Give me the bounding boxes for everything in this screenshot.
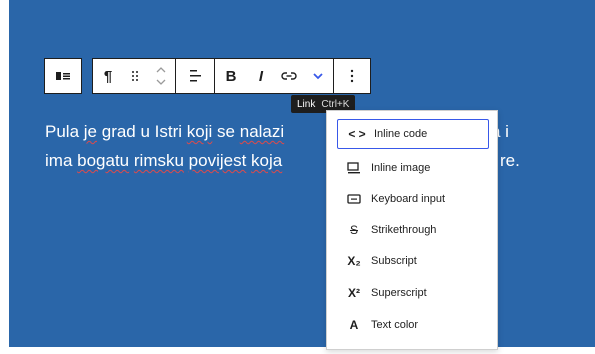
- menu-item-label: Inline code: [374, 128, 428, 140]
- link-icon: [281, 72, 297, 80]
- superscript-icon: X²: [348, 286, 360, 300]
- paragraph-group: ¶: [93, 59, 176, 93]
- move-updown-button[interactable]: [147, 59, 175, 93]
- menu-item-label: Inline image: [371, 162, 431, 174]
- misspelled-word: je: [83, 122, 97, 141]
- pilcrow-icon: ¶: [103, 67, 113, 85]
- word: Pula: [45, 122, 80, 141]
- block-switcher-group: [44, 58, 82, 94]
- misspelled-word: rimsku: [133, 151, 184, 170]
- menu-item-label: Subscript: [371, 255, 417, 267]
- more-vertical-icon: [350, 69, 354, 83]
- image-icon: [341, 162, 367, 174]
- link-button[interactable]: [275, 59, 303, 93]
- text-color-icon: A: [349, 318, 359, 332]
- subscript-icon: X₂: [347, 254, 361, 268]
- menu-item-inline-code[interactable]: < > Inline code: [337, 119, 489, 149]
- word: se: [217, 122, 235, 141]
- strikethrough-icon: S: [349, 223, 358, 237]
- misspelled-word: nalazi: [239, 122, 285, 141]
- block-toolbar: ¶ B I: [44, 58, 371, 94]
- menu-item-label: Keyboard input: [371, 193, 445, 205]
- more-formats-menu: < > Inline code Inline image Keyboard in…: [326, 110, 498, 350]
- tooltip-label: Link: [297, 98, 316, 110]
- menu-item-text-color[interactable]: A Text color: [335, 310, 491, 340]
- paragraph-line-2-tail: re.: [500, 151, 520, 170]
- misspelled-word: koji: [186, 122, 213, 141]
- italic-button[interactable]: I: [247, 59, 275, 93]
- format-toolbar: ¶ B I: [92, 58, 371, 94]
- paragraph-line-1: Pula je grad u Istri koji se nalazi: [45, 117, 284, 146]
- bold-button[interactable]: B: [215, 59, 247, 93]
- menu-item-label: Superscript: [371, 287, 427, 299]
- more-formats-button[interactable]: [303, 59, 333, 93]
- paragraph-line-2: ima bogatu rimsku povijest koja: [45, 146, 282, 175]
- drag-handle-icon: [132, 71, 138, 81]
- menu-item-superscript[interactable]: X² Superscript: [335, 278, 491, 308]
- columns-icon: [56, 72, 70, 80]
- code-icon: < >: [348, 127, 366, 141]
- menu-item-strikethrough[interactable]: S Strikethrough: [335, 215, 491, 245]
- move-updown-icon: [156, 67, 166, 85]
- options-button[interactable]: [334, 59, 370, 93]
- align-group: [176, 59, 215, 93]
- inline-format-group: B I: [215, 59, 334, 93]
- tooltip-shortcut: Ctrl+K: [321, 98, 350, 110]
- menu-item-subscript[interactable]: X₂ Subscript: [335, 246, 491, 276]
- align-icon: [190, 70, 201, 82]
- misspelled-word: bogatu: [77, 151, 130, 170]
- block-type-button[interactable]: [45, 59, 81, 93]
- keyboard-icon: [341, 194, 367, 204]
- menu-item-label: Strikethrough: [371, 224, 437, 236]
- menu-item-inline-image[interactable]: Inline image: [335, 153, 491, 183]
- misspelled-word: povijest: [188, 151, 247, 170]
- drag-handle-button[interactable]: [123, 59, 147, 93]
- menu-item-keyboard-input[interactable]: Keyboard input: [335, 184, 491, 214]
- paragraph-button[interactable]: ¶: [93, 59, 123, 93]
- word: grad u Istri: [101, 122, 183, 141]
- misspelled-word: koja: [251, 151, 283, 170]
- align-button[interactable]: [176, 59, 214, 93]
- word: ima: [45, 151, 73, 170]
- menu-item-label: Text color: [371, 319, 419, 331]
- chevron-down-icon: [313, 73, 323, 80]
- options-group: [334, 59, 370, 93]
